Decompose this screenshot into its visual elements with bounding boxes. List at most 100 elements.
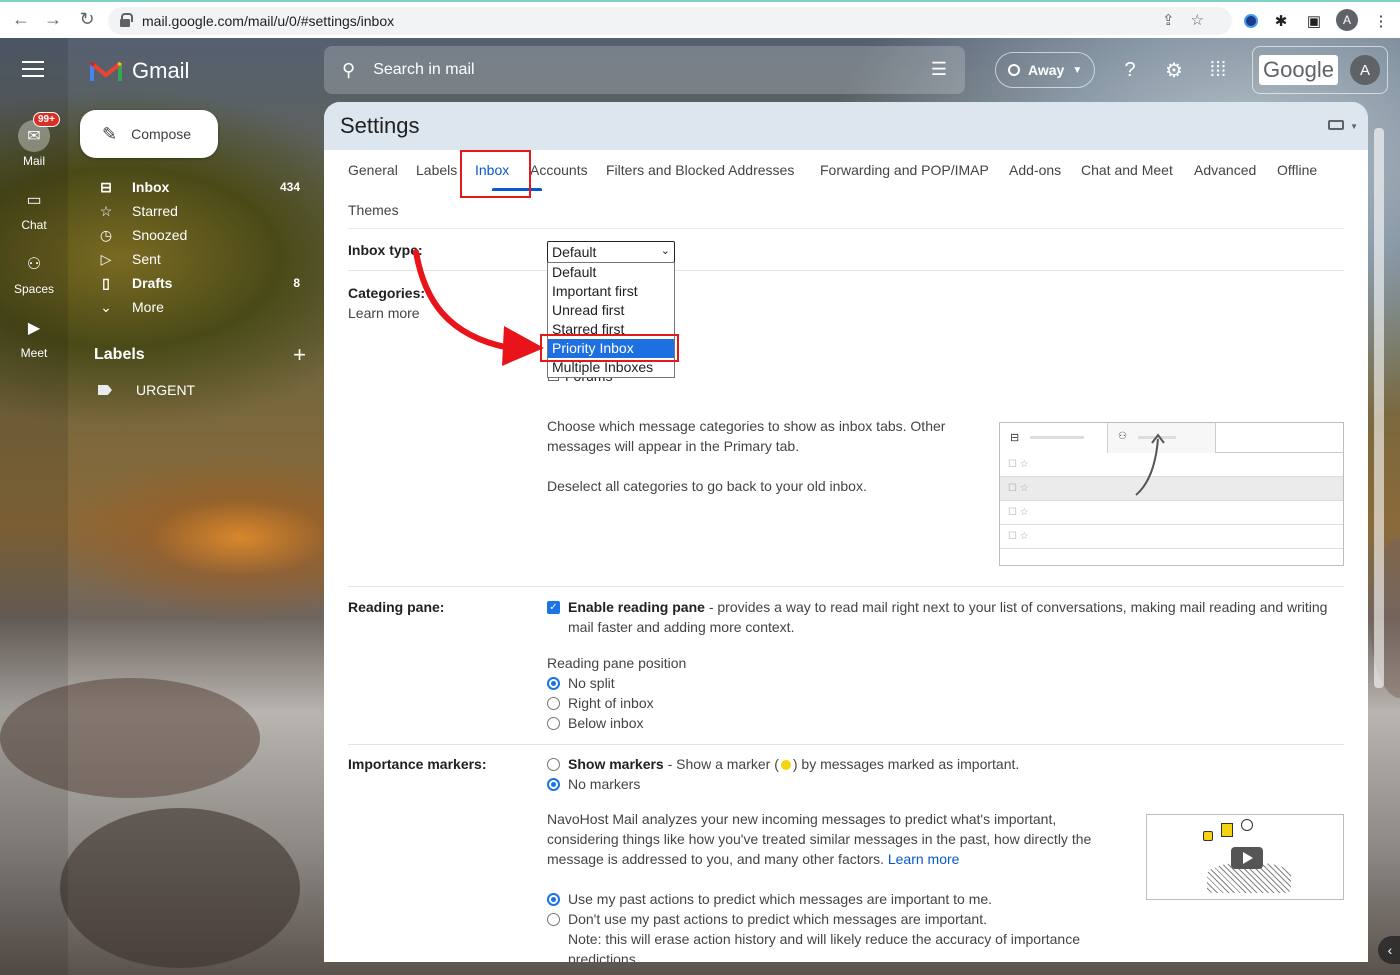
keyboard-caret-icon[interactable]: ▼ bbox=[1350, 122, 1358, 131]
share-star-icons[interactable]: ⇪☆ bbox=[1162, 11, 1220, 29]
dont-use-past-actions-label: Don't use my past actions to predict whi… bbox=[568, 911, 987, 927]
add-label-icon[interactable]: + bbox=[293, 342, 306, 368]
puzzle-icon[interactable]: ✱ bbox=[1270, 10, 1292, 32]
back-icon[interactable]: ← bbox=[4, 9, 38, 30]
search-icon[interactable]: ⚲ bbox=[342, 60, 355, 81]
categories-description: Choose which message categories to show … bbox=[547, 418, 946, 454]
tab-addons[interactable]: Add-ons bbox=[1009, 162, 1061, 178]
below-inbox-radio[interactable] bbox=[547, 717, 560, 730]
app-rail bbox=[0, 38, 68, 975]
people-icon: ⚇ bbox=[1118, 431, 1127, 442]
pencil-icon: ✎ bbox=[102, 123, 118, 144]
nav-count: 434 bbox=[279, 180, 300, 194]
main-menu-icon[interactable] bbox=[22, 61, 44, 79]
spaces-icon: ⚇ bbox=[26, 256, 42, 273]
reading-pane-checkbox[interactable]: ✓ bbox=[547, 601, 560, 614]
nav-item-inbox[interactable]: ⊟ Inbox 434 bbox=[80, 175, 310, 199]
gmail-m-icon bbox=[90, 61, 122, 81]
compose-button[interactable]: ✎ Compose bbox=[80, 110, 218, 158]
nav-item-snoozed[interactable]: ◷ Snoozed bbox=[80, 223, 310, 247]
google-logo: Google bbox=[1259, 55, 1338, 85]
draft-icon: ▯ bbox=[102, 274, 110, 291]
compose-label: Compose bbox=[131, 126, 192, 142]
inbox-icon: ⊟ bbox=[100, 178, 112, 195]
option-important-first[interactable]: Important first bbox=[548, 282, 674, 301]
nav-label: Starred bbox=[132, 203, 178, 219]
nav-label: More bbox=[132, 299, 164, 315]
browser-profile-avatar[interactable]: A bbox=[1336, 9, 1358, 31]
option-default[interactable]: Default bbox=[548, 263, 674, 282]
status-button[interactable]: Away ▼ bbox=[995, 52, 1095, 88]
extension-icon[interactable] bbox=[1240, 10, 1262, 32]
chevron-down-icon: ⌄ bbox=[660, 245, 670, 257]
nav-item-sent[interactable]: ▷ Sent bbox=[80, 247, 310, 271]
tab-advanced[interactable]: Advanced bbox=[1194, 162, 1256, 178]
tab-chat-meet[interactable]: Chat and Meet bbox=[1081, 162, 1173, 178]
browser-menu-icon[interactable]: ⋮ bbox=[1370, 10, 1392, 32]
importance-markers-label: Importance markers: bbox=[348, 756, 487, 772]
search-bar[interactable]: ⚲ Search in mail ☰ bbox=[324, 46, 965, 94]
reload-icon[interactable]: ↻ bbox=[70, 9, 104, 30]
play-icon[interactable] bbox=[1231, 847, 1263, 869]
section-divider bbox=[348, 744, 1344, 745]
reading-pane-text: Enable reading pane - provides a way to … bbox=[568, 597, 1328, 637]
scrollbar-thumb[interactable] bbox=[1374, 128, 1384, 688]
illus-row: ☐ ☆ bbox=[1000, 525, 1343, 549]
tab-labels[interactable]: Labels bbox=[416, 162, 457, 178]
nav-item-drafts[interactable]: ▯ Drafts 8 bbox=[80, 271, 310, 295]
sticky-note-icon bbox=[1203, 831, 1213, 841]
reading-pane-label: Reading pane: bbox=[348, 599, 445, 615]
tab-general[interactable]: General bbox=[348, 162, 398, 178]
clock-icon: ◷ bbox=[99, 226, 113, 243]
tab-forwarding[interactable]: Forwarding and POP/IMAP bbox=[820, 162, 989, 178]
tab-offline[interactable]: Offline bbox=[1277, 162, 1317, 178]
forward-icon[interactable]: → bbox=[36, 9, 70, 30]
right-of-inbox-radio[interactable] bbox=[547, 697, 560, 710]
use-past-actions-radio[interactable] bbox=[547, 893, 560, 906]
star-icon: ☆ bbox=[99, 202, 113, 219]
nav-label: Snoozed bbox=[132, 227, 188, 243]
priority-inbox-highlight bbox=[540, 334, 679, 362]
rail-mail[interactable]: ✉ 99+ Mail bbox=[0, 112, 68, 168]
sidepanel-icon[interactable]: ▣ bbox=[1303, 10, 1325, 32]
importance-description: NavoHost Mail analyzes your new incoming… bbox=[547, 809, 1122, 869]
dont-use-past-actions-radio[interactable] bbox=[547, 913, 560, 926]
no-split-radio[interactable] bbox=[547, 677, 560, 690]
apps-grid-icon[interactable]: ⁞⁞⁞ bbox=[1206, 58, 1230, 82]
option-unread-first[interactable]: Unread first bbox=[548, 301, 674, 320]
rail-spaces[interactable]: ⚇ Spaces bbox=[0, 248, 68, 296]
address-bar[interactable]: mail.google.com/mail/u/0/#settings/inbox… bbox=[108, 7, 1232, 35]
erase-history-note: Note: this will erase action history and… bbox=[568, 931, 1081, 962]
importance-learn-more-link[interactable]: Learn more bbox=[888, 851, 960, 867]
nav-item-starred[interactable]: ☆ Starred bbox=[80, 199, 310, 223]
tab-accounts[interactable]: Accounts bbox=[530, 162, 588, 178]
search-placeholder: Search in mail bbox=[373, 61, 475, 78]
show-markers-radio[interactable] bbox=[547, 758, 560, 771]
label-item-urgent[interactable]: URGENT bbox=[94, 382, 195, 398]
gmail-logo[interactable]: Gmail bbox=[90, 58, 189, 84]
search-options-icon[interactable]: ☰ bbox=[931, 59, 947, 80]
tab-filters[interactable]: Filters and Blocked Addresses bbox=[606, 162, 794, 178]
rail-chat[interactable]: ▭ Chat bbox=[0, 184, 68, 232]
avatar[interactable]: A bbox=[1349, 55, 1380, 85]
account-switcher[interactable]: Google A bbox=[1252, 46, 1388, 94]
importance-video-thumbnail[interactable] bbox=[1146, 814, 1344, 900]
show-markers-desc-b: ) by messages marked as important. bbox=[792, 756, 1020, 772]
settings-scrollbar[interactable] bbox=[1372, 128, 1384, 956]
status-label: Away bbox=[1028, 62, 1065, 78]
nav-label: Inbox bbox=[132, 179, 170, 195]
help-icon[interactable]: ? bbox=[1118, 58, 1142, 82]
keyboard-icon[interactable] bbox=[1328, 120, 1344, 130]
nav-item-more[interactable]: ⌄ More bbox=[80, 295, 310, 319]
show-markers-text: Show markers - Show a marker () by messa… bbox=[568, 754, 1168, 774]
gear-icon[interactable]: ⚙ bbox=[1162, 58, 1186, 82]
rail-meet[interactable]: ▶ Meet bbox=[0, 312, 68, 360]
no-markers-radio[interactable] bbox=[547, 778, 560, 791]
section-divider bbox=[348, 586, 1344, 587]
side-panel-toggle-icon[interactable]: ‹ bbox=[1378, 936, 1400, 964]
label-tag-icon bbox=[98, 385, 112, 395]
label-text: URGENT bbox=[136, 382, 196, 398]
tab-themes[interactable]: Themes bbox=[348, 202, 399, 218]
labels-heading-text: Labels bbox=[94, 346, 145, 363]
inbox-type-select[interactable]: Default ⌄ bbox=[547, 241, 675, 263]
